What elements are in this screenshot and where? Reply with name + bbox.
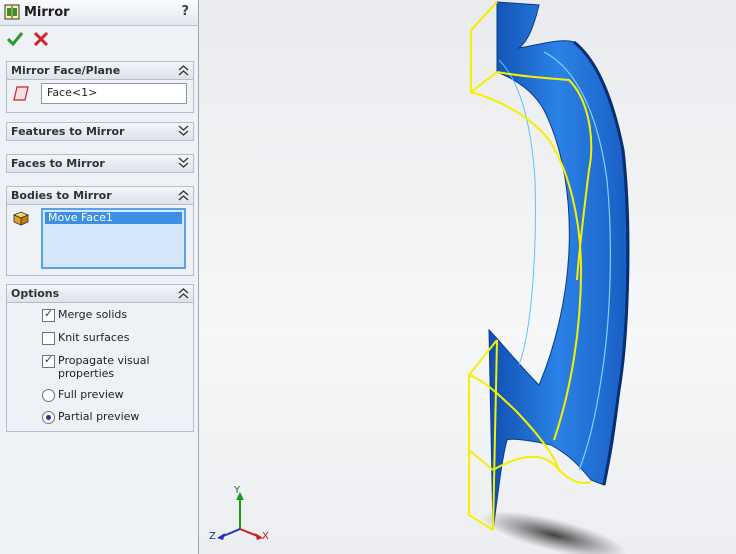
list-item[interactable]: Move Face1 [45, 212, 182, 224]
knit-surfaces-label: Knit surfaces [58, 331, 130, 344]
merge-solids-checkbox[interactable] [42, 307, 55, 322]
full-preview-label: Full preview [58, 388, 124, 401]
mirror-face-header[interactable]: Mirror Face/Plane [7, 62, 193, 80]
full-preview-radio[interactable] [42, 389, 55, 402]
cancel-x-icon[interactable] [32, 30, 50, 48]
bodies-header[interactable]: Bodies to Mirror [7, 187, 193, 205]
axis-z-label: Z [209, 531, 216, 542]
mirror-face-label: Mirror Face/Plane [11, 64, 121, 77]
chevron-up-icon[interactable] [178, 64, 189, 76]
propagate-visual-label-line2: properties [58, 367, 115, 380]
partial-preview-label: Partial preview [58, 410, 140, 423]
model-preview [217, 1, 630, 554]
merge-solids-label: Merge solids [58, 308, 128, 321]
options-group: Options Merge solids Knit surfaces Propa… [6, 284, 194, 432]
mirror-face-group: Mirror Face/Plane Face<1> [6, 61, 194, 113]
panel-title: Mirror [24, 5, 70, 20]
propagate-visual-checkbox[interactable] [42, 353, 55, 368]
chevron-down-icon[interactable] [178, 125, 189, 137]
propagate-visual-label: Propagate visual [58, 354, 150, 367]
panel-titlebar: Mirror ? [0, 0, 198, 26]
faces-header[interactable]: Faces to Mirror [7, 155, 193, 172]
knit-surfaces-checkbox[interactable] [42, 332, 55, 345]
features-header[interactable]: Features to Mirror [7, 123, 193, 140]
solid-bodies-icon [12, 211, 30, 226]
features-label: Features to Mirror [11, 125, 125, 138]
options-header[interactable]: Options [7, 285, 193, 303]
axis-x-label: X [262, 531, 269, 542]
chevron-up-icon[interactable] [178, 189, 189, 201]
bodies-to-mirror-group: Bodies to Mirror Move Face1 [6, 186, 194, 276]
property-manager-panel: Mirror ? Mirror Face/Plane Face<1> Featu… [0, 0, 199, 554]
faces-to-mirror-group[interactable]: Faces to Mirror [6, 154, 194, 173]
plane-selection-icon [13, 86, 29, 101]
chevron-up-icon[interactable] [178, 287, 189, 299]
help-button[interactable]: ? [181, 4, 189, 19]
ok-checkmark-icon[interactable] [6, 30, 24, 48]
solid-body [488, 1, 630, 531]
graphics-viewport[interactable]: Y X Z [199, 0, 736, 554]
bodies-listbox[interactable]: Move Face1 [41, 208, 186, 269]
features-to-mirror-group[interactable]: Features to Mirror [6, 122, 194, 141]
bodies-label: Bodies to Mirror [11, 189, 112, 202]
mirror-face-field[interactable]: Face<1> [41, 83, 187, 104]
axis-y-label: Y [234, 485, 241, 496]
options-label: Options [11, 287, 60, 300]
faces-label: Faces to Mirror [11, 157, 105, 170]
model-shadow [481, 511, 627, 554]
partial-preview-radio[interactable] [42, 411, 55, 424]
axis-triad [217, 492, 263, 540]
mirror-feature-icon [4, 4, 20, 20]
chevron-down-icon[interactable] [178, 157, 189, 169]
